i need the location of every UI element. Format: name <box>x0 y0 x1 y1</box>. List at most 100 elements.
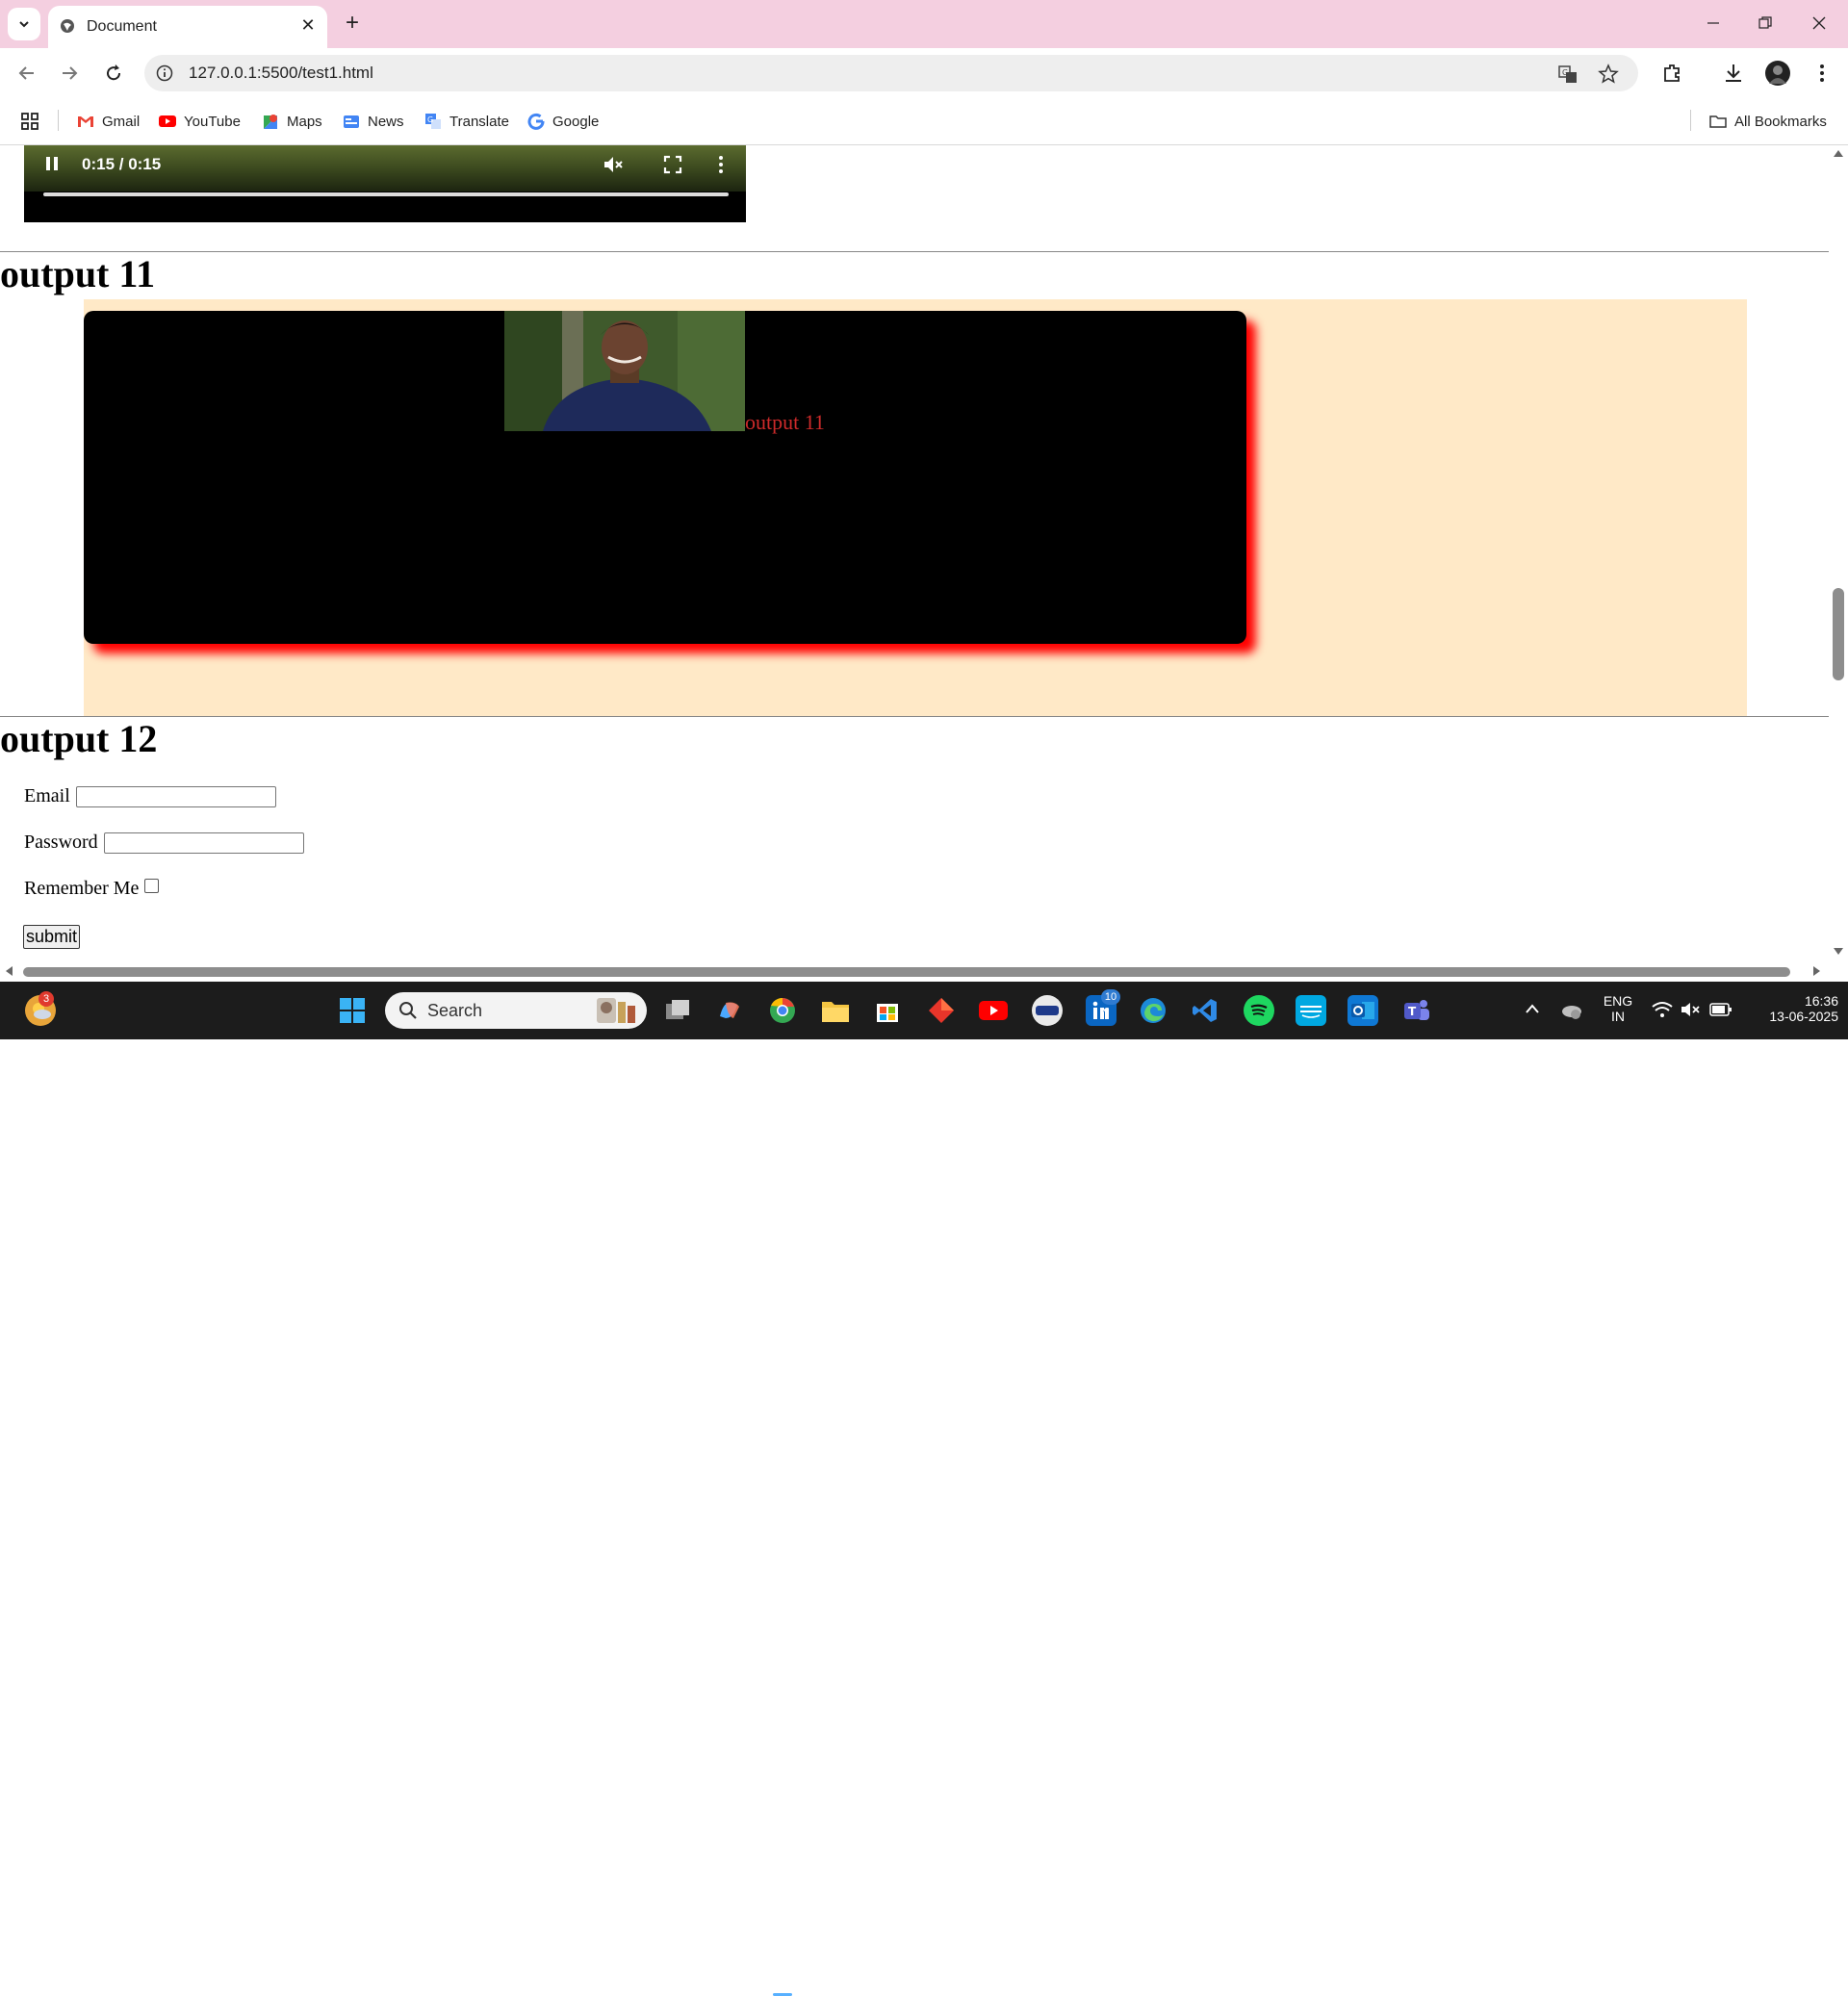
password-label: Password <box>24 832 98 853</box>
youtube-taskbar-button[interactable] <box>978 995 1009 1026</box>
chevron-up-icon[interactable] <box>1525 1003 1540 1014</box>
outlook-button[interactable] <box>1348 995 1378 1026</box>
submit-button[interactable]: submit <box>23 925 81 949</box>
edge-button[interactable] <box>1138 995 1168 1026</box>
browser-menu-button[interactable] <box>1810 61 1835 86</box>
tab-search-button[interactable] <box>8 8 40 40</box>
clock[interactable]: 16:36 13-06-2025 <box>1742 993 1838 1024</box>
bookmark-star-icon[interactable] <box>1598 64 1619 85</box>
store-button[interactable] <box>872 995 903 1026</box>
diamond-app-button[interactable] <box>926 995 957 1026</box>
edge-icon <box>1141 998 1166 1023</box>
start-button[interactable] <box>337 995 368 1026</box>
task-view-button[interactable] <box>662 995 693 1026</box>
translate-page-icon[interactable]: G <box>1557 64 1578 85</box>
password-field[interactable] <box>103 832 304 854</box>
vscode-icon <box>1193 999 1217 1022</box>
bookmark-youtube[interactable]: YouTube <box>159 111 241 132</box>
all-bookmarks-label: All Bookmarks <box>1734 113 1827 130</box>
fullscreen-icon[interactable] <box>661 153 684 176</box>
bookmark-label: Translate <box>449 113 509 130</box>
reload-button[interactable] <box>100 60 127 87</box>
linkedin-badge: 10 <box>1101 989 1120 1005</box>
close-window-button[interactable] <box>1800 8 1838 38</box>
store-icon <box>877 1004 898 1022</box>
teams-button[interactable]: T <box>1401 995 1432 1026</box>
close-tab-icon[interactable]: ✕ <box>298 15 318 35</box>
folder-icon <box>1709 115 1727 128</box>
horizontal-scrollbar[interactable] <box>0 960 1848 982</box>
downloads-button[interactable] <box>1721 61 1746 86</box>
active-tab[interactable]: Document ✕ <box>48 6 327 48</box>
bookmark-news[interactable]: News <box>343 111 404 132</box>
apps-grid-icon <box>21 113 38 130</box>
copilot-button[interactable] <box>714 995 745 1026</box>
restore-button[interactable] <box>1746 8 1784 38</box>
vertical-scroll-thumb[interactable] <box>1833 588 1844 680</box>
apps-button[interactable] <box>21 111 38 132</box>
folder-icon <box>822 1002 849 1022</box>
muted-volume-icon[interactable] <box>1681 1001 1702 1018</box>
reload-icon <box>107 64 121 81</box>
email-field[interactable] <box>75 785 276 807</box>
more-options-icon[interactable] <box>709 153 732 176</box>
section-heading: output 12 <box>0 717 158 760</box>
taskbar-search[interactable]: Search <box>385 992 647 1029</box>
bookmark-gmail[interactable]: Gmail <box>77 111 140 132</box>
svg-text:G: G <box>1562 68 1568 77</box>
output11-caption: output 11 <box>745 410 825 434</box>
tab-title: Document <box>87 18 157 35</box>
gmail-icon <box>78 116 93 127</box>
download-icon <box>1726 64 1741 82</box>
wifi-icon[interactable] <box>1652 1001 1673 1018</box>
remember-checkbox[interactable] <box>144 879 160 893</box>
page-viewport: 0:15 / 0:15 output 11 output 11 output 1… <box>0 145 1829 960</box>
tab-strip: Document ✕ + <box>0 0 1848 48</box>
scroll-up-icon[interactable] <box>1834 149 1843 157</box>
bookmarks-divider <box>1690 110 1691 131</box>
minimize-button[interactable] <box>1694 8 1732 38</box>
forward-button[interactable] <box>56 60 83 87</box>
muted-speaker-icon[interactable] <box>602 153 625 176</box>
vscode-button[interactable] <box>1190 995 1220 1026</box>
nxtwave-button[interactable] <box>1032 995 1063 1026</box>
scroll-down-icon[interactable] <box>1834 948 1843 956</box>
email-label: Email <box>24 785 70 806</box>
video-time: 0:15 / 0:15 <box>82 155 162 173</box>
translate-icon: G <box>425 114 441 129</box>
profile-avatar[interactable] <box>1765 61 1790 86</box>
extensions-button[interactable] <box>1659 61 1684 86</box>
back-button[interactable] <box>13 60 40 87</box>
bookmark-label: Google <box>552 113 600 130</box>
battery-icon[interactable] <box>1709 1002 1732 1017</box>
address-bar[interactable]: 127.0.0.1:5500/test1.html G <box>144 55 1638 91</box>
nxtwave-icon <box>1036 1006 1059 1015</box>
close-icon <box>1812 16 1826 30</box>
bookmark-label: Gmail <box>102 113 141 130</box>
restore-icon <box>1758 16 1772 29</box>
new-tab-button[interactable]: + <box>339 10 366 37</box>
all-bookmarks-button[interactable]: All Bookmarks <box>1709 111 1827 132</box>
bookmark-maps[interactable]: Maps <box>262 111 322 132</box>
spotify-icon <box>1250 1004 1268 1016</box>
spotify-button[interactable] <box>1244 995 1274 1026</box>
language-indicator[interactable]: ENG IN <box>1602 993 1634 1024</box>
vertical-scrollbar[interactable] <box>1829 145 1848 960</box>
chrome-taskbar-button[interactable] <box>767 995 798 1026</box>
bookmarks-bar: Gmail YouTube Maps News G Translate Goog… <box>0 98 1848 145</box>
onedrive-icon[interactable] <box>1559 999 1582 1020</box>
site-info-icon[interactable] <box>156 64 173 82</box>
pause-icon[interactable] <box>45 156 59 171</box>
prime-video-button[interactable] <box>1296 995 1326 1026</box>
bookmark-google[interactable]: Google <box>527 111 599 132</box>
video-player[interactable]: 0:15 / 0:15 <box>24 145 746 222</box>
horizontal-scroll-thumb[interactable] <box>23 967 1790 977</box>
bookmarks-divider <box>58 110 59 131</box>
bookmark-translate[interactable]: G Translate <box>424 111 509 132</box>
video-progress-bar[interactable] <box>43 192 729 196</box>
file-explorer-button[interactable] <box>820 995 851 1026</box>
scroll-right-icon[interactable] <box>1813 966 1821 976</box>
password-row: Password <box>24 832 304 854</box>
scroll-left-icon[interactable] <box>5 966 13 976</box>
chevron-down-icon <box>19 21 29 28</box>
